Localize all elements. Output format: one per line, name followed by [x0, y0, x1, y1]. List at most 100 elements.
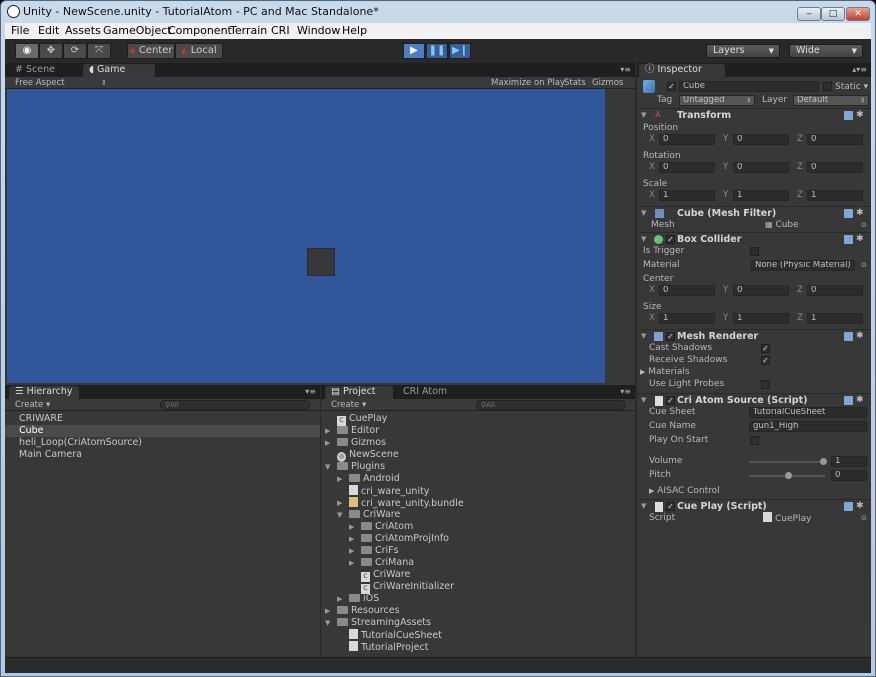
project-item[interactable]: ▶ Gizmos: [321, 437, 635, 449]
project-item[interactable]: ▶ cri_ware_unity.bundle: [321, 497, 635, 509]
tab-game[interactable]: ◖ Game: [83, 64, 155, 77]
rotation-field[interactable]: 0: [659, 162, 715, 173]
center-field[interactable]: 0: [807, 285, 863, 296]
size-field[interactable]: 1: [733, 313, 789, 324]
menu-terrain[interactable]: Terrain: [230, 24, 267, 37]
project-item[interactable]: C CriWareInitializer: [321, 581, 635, 594]
stats-toggle[interactable]: Stats: [564, 77, 586, 89]
maximize-on-play-toggle[interactable]: Maximize on Play: [491, 77, 565, 89]
gear-icon[interactable]: ✱: [856, 233, 864, 246]
play-on-start-checkbox[interactable]: [750, 436, 759, 445]
box-collider-header[interactable]: ▼ ✓ Box Collider ✱: [637, 232, 871, 245]
foldout-closed-icon[interactable]: ▶: [337, 593, 347, 605]
object-name-field[interactable]: Cube: [679, 81, 819, 92]
help-book-icon[interactable]: [844, 235, 853, 244]
menu-window[interactable]: Window: [297, 24, 340, 37]
project-item[interactable]: TutorialProject: [321, 641, 635, 653]
layout-dropdown[interactable]: Wide ▼: [789, 44, 863, 58]
aisac-control-foldout[interactable]: ▶ AISAC Control: [649, 485, 720, 497]
panel-menu-icon[interactable]: ▴▾≡: [852, 65, 867, 74]
layer-dropdown[interactable]: Default ⇕: [793, 95, 869, 106]
gear-icon[interactable]: ✱: [856, 109, 864, 122]
tab-project[interactable]: ▤ Project: [325, 386, 393, 399]
materials-foldout[interactable]: ▶ Materials: [640, 366, 690, 378]
help-book-icon[interactable]: [844, 332, 853, 341]
play-button-icon[interactable]: ▶: [403, 43, 425, 59]
pitch-slider-handle[interactable]: [785, 472, 792, 479]
menu-help[interactable]: Help: [342, 24, 367, 37]
transform-header[interactable]: ▼ ⅄ Transform ✱: [637, 108, 871, 121]
foldout-closed-icon[interactable]: ▶: [337, 473, 347, 485]
menu-component[interactable]: Component: [168, 24, 232, 37]
cue-play-enabled-checkbox[interactable]: ✓: [666, 502, 675, 511]
gear-icon[interactable]: ✱: [856, 394, 864, 407]
script-value[interactable]: CuePlay: [763, 512, 811, 525]
mesh-renderer-enabled-checkbox[interactable]: ✓: [666, 332, 675, 341]
project-item[interactable]: C CriWare: [321, 569, 635, 582]
center-field[interactable]: 0: [659, 285, 715, 296]
light-probes-checkbox[interactable]: [761, 380, 770, 389]
list-item[interactable]: Main Camera: [5, 449, 320, 461]
project-item[interactable]: ▶ Editor: [321, 425, 635, 437]
size-field[interactable]: 1: [659, 313, 715, 324]
cri-atom-source-enabled-checkbox[interactable]: ✓: [666, 396, 675, 405]
project-create-button[interactable]: Create ▾: [331, 399, 366, 411]
mesh-filter-header[interactable]: ▼ Cube (Mesh Filter) ✱: [637, 206, 871, 219]
foldout-open-icon[interactable]: ▼: [325, 461, 335, 473]
object-picker-icon[interactable]: ⊙: [861, 259, 867, 271]
project-item[interactable]: ▼ CriWare: [321, 509, 635, 521]
cue-name-field[interactable]: gun1_High: [749, 421, 867, 432]
cue-sheet-field[interactable]: TutorialCueSheet: [749, 407, 867, 418]
aspect-dropdown[interactable]: Free Aspect: [15, 77, 65, 89]
foldout-open-icon[interactable]: ▼: [337, 509, 347, 521]
tab-cri-atom[interactable]: CRI Atom: [397, 386, 467, 399]
project-item[interactable]: ▶ Android: [321, 473, 635, 485]
material-field[interactable]: None (Physic Material): [751, 260, 855, 271]
receive-shadows-checkbox[interactable]: ✓: [761, 356, 770, 365]
project-item[interactable]: ▶ iOS: [321, 593, 635, 605]
project-item[interactable]: cri_ware_unity: [321, 485, 635, 497]
pivot-center-toggle[interactable]: ◈ Center: [127, 43, 175, 59]
help-book-icon[interactable]: [844, 396, 853, 405]
game-view-canvas[interactable]: [7, 89, 605, 383]
rotate-tool-icon[interactable]: ⟳: [63, 43, 87, 59]
step-button-icon[interactable]: ▶❙: [449, 43, 471, 59]
minimize-button[interactable]: ‒: [797, 7, 821, 21]
cast-shadows-checkbox[interactable]: ✓: [761, 344, 770, 353]
rotation-field[interactable]: 0: [733, 162, 789, 173]
scale-field[interactable]: 1: [733, 190, 789, 201]
project-search-input[interactable]: ⚲All: [476, 400, 626, 410]
project-item[interactable]: ▼ StreamingAssets: [321, 617, 635, 629]
foldout-open-icon[interactable]: ▼: [325, 617, 335, 629]
panel-menu-icon[interactable]: ▾≡: [305, 387, 316, 396]
mesh-renderer-header[interactable]: ▼ ✓ Mesh Renderer ✱: [637, 329, 871, 342]
menu-file[interactable]: File: [11, 24, 29, 37]
active-checkbox[interactable]: ✓: [667, 82, 676, 91]
box-collider-enabled-checkbox[interactable]: ✓: [666, 235, 675, 244]
project-item[interactable]: ▶ CriFs: [321, 545, 635, 557]
project-item[interactable]: TutorialCueSheet: [321, 629, 635, 641]
panel-menu-icon[interactable]: ▾≡: [620, 65, 631, 74]
project-item[interactable]: ▶ CriAtomProjInfo: [321, 533, 635, 545]
volume-field[interactable]: 1: [831, 456, 867, 467]
pitch-field[interactable]: 0: [831, 470, 867, 481]
help-book-icon[interactable]: [844, 209, 853, 218]
tab-scene[interactable]: # Scene: [9, 64, 79, 77]
gear-icon[interactable]: ✱: [856, 330, 864, 343]
pause-button-icon[interactable]: ❚❚: [426, 43, 448, 59]
list-item-selected[interactable]: Cube: [5, 425, 320, 437]
object-picker-icon[interactable]: ⊙: [861, 512, 867, 524]
tag-dropdown[interactable]: Untagged ⇕: [679, 95, 755, 106]
close-button[interactable]: ✕: [846, 7, 870, 21]
project-item[interactable]: ▶ Resources: [321, 605, 635, 617]
volume-slider-track[interactable]: [749, 461, 825, 463]
project-item[interactable]: ▶ CriAtom: [321, 521, 635, 533]
cue-play-header[interactable]: ▼ ✓ Cue Play (Script) ✱: [637, 499, 871, 512]
mesh-value[interactable]: ▦ Cube: [765, 219, 799, 231]
static-label[interactable]: Static ▾: [835, 81, 868, 93]
cri-atom-source-header[interactable]: ▼ ✓ Cri Atom Source (Script) ✱: [637, 393, 871, 406]
position-field[interactable]: 0: [659, 134, 715, 145]
menu-cri[interactable]: CRI: [271, 24, 290, 37]
static-checkbox[interactable]: [823, 82, 832, 91]
gizmos-toggle[interactable]: Gizmos: [592, 77, 623, 89]
